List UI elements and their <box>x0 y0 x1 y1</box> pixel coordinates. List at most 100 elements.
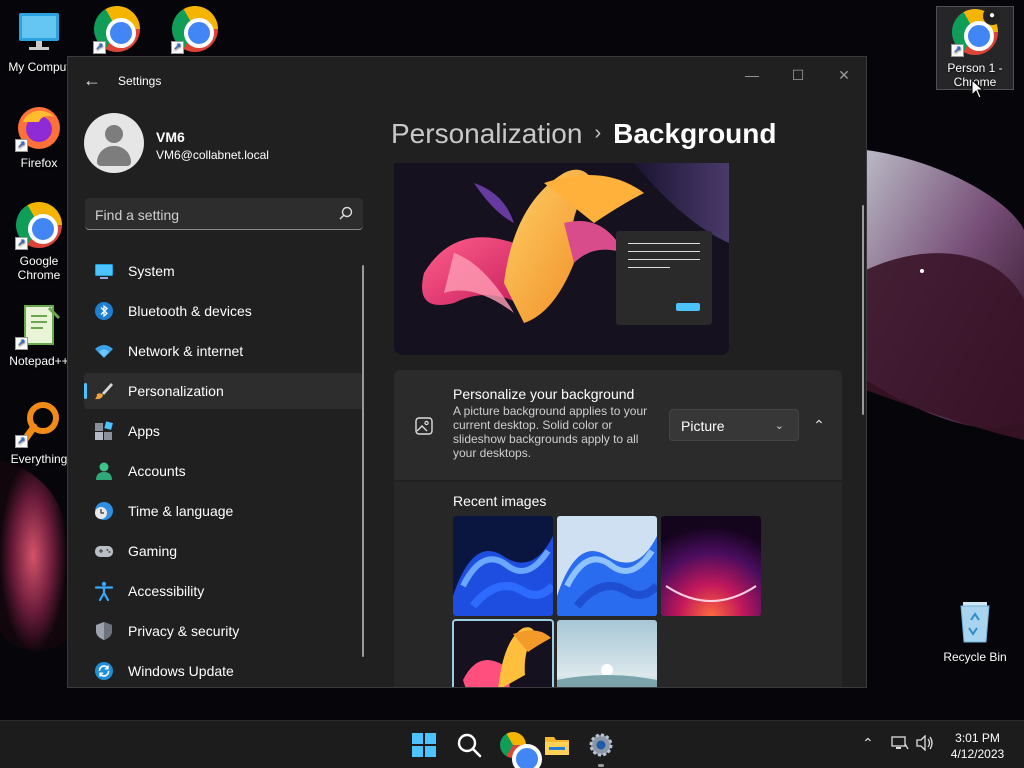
sidebar-item-accounts[interactable]: Accounts <box>84 453 364 489</box>
sidebar-item-label: Time & language <box>128 503 234 519</box>
close-button[interactable]: ✕ <box>824 61 864 89</box>
gamepad-icon <box>95 546 113 557</box>
bluetooth-icon <box>95 302 113 320</box>
sidebar-item-windows-update[interactable]: Windows Update <box>84 653 364 687</box>
chrome-icon: ↗ <box>171 6 219 54</box>
wifi-icon <box>95 345 113 358</box>
search-placeholder: Find a setting <box>95 207 180 223</box>
chevron-up-icon: ⌃ <box>813 417 825 433</box>
image-icon <box>415 417 433 435</box>
sidebar-item-system[interactable]: System <box>84 253 364 289</box>
desktop-icon-label: My Comput <box>8 60 70 74</box>
sidebar-item-label: System <box>128 263 175 279</box>
volume-icon[interactable] <box>915 735 935 751</box>
sidebar-item-label: Accounts <box>128 463 186 479</box>
sidebar-item-gaming[interactable]: Gaming <box>84 533 364 569</box>
file-explorer-icon[interactable] <box>543 731 571 759</box>
back-button[interactable]: ← <box>80 69 104 93</box>
window-title: Settings <box>118 74 162 88</box>
sidebar-item-bluetooth[interactable]: Bluetooth & devices <box>84 293 364 329</box>
recent-image-thumbnail[interactable] <box>661 516 761 616</box>
user-email: VM6@collabnet.local <box>156 148 269 162</box>
sidebar-item-label: Privacy & security <box>128 623 240 639</box>
user-profile[interactable]: VM6 VM6@collabnet.local <box>84 113 374 177</box>
personalize-background-card: Personalize your background A picture ba… <box>394 370 842 480</box>
recent-image-thumbnail[interactable] <box>453 516 553 616</box>
recycle-bin-icon <box>951 598 999 646</box>
sidebar-item-label: Apps <box>128 423 160 439</box>
start-icon[interactable] <box>410 731 438 759</box>
clock-date: 4/12/2023 <box>950 747 1005 761</box>
sidebar-item-personalization[interactable]: Personalization <box>84 373 364 409</box>
chevron-right-icon: › <box>594 122 602 144</box>
clock-time: 3:01 PM <box>955 731 1000 745</box>
sidebar-item-label: Personalization <box>128 383 224 399</box>
sidebar-item-label: Network & internet <box>128 343 244 359</box>
desktop-icon-google-chrome[interactable]: ↗ Google Chrome <box>4 202 74 282</box>
sidebar-item-accessibility[interactable]: Accessibility <box>84 573 364 609</box>
search-icon <box>339 206 353 220</box>
card-description: A picture background applies to your cur… <box>453 404 648 460</box>
content-scrollbar[interactable] <box>862 205 864 415</box>
sidebar-item-network[interactable]: Network & internet <box>84 333 364 369</box>
mouse-cursor-icon <box>971 79 985 99</box>
shield-icon <box>96 622 112 640</box>
desktop-icon-my-computer[interactable]: My Comput <box>4 8 74 74</box>
sidebar-item-label: Bluetooth & devices <box>128 303 252 319</box>
sidebar-item-apps[interactable]: Apps <box>84 413 364 449</box>
page-title: Background <box>613 118 777 149</box>
background-type-dropdown[interactable]: Picture ⌄ <box>669 409 799 441</box>
desktop-icon-notepad-plus-plus[interactable]: ↗ Notepad++ <box>4 302 74 368</box>
desktop-icon-firefox[interactable]: ↗ Firefox <box>4 104 74 170</box>
recent-image-thumbnail[interactable] <box>557 516 657 616</box>
desktop-icon-recycle-bin[interactable]: Recycle Bin <box>940 598 1010 664</box>
search-input[interactable]: Find a setting <box>85 198 363 230</box>
sidebar-item-privacy-security[interactable]: Privacy & security <box>84 613 364 649</box>
sidebar-item-time-language[interactable]: Time & language <box>84 493 364 529</box>
sidebar-item-label: Windows Update <box>128 663 234 679</box>
maximize-button[interactable]: ☐ <box>778 61 818 89</box>
desktop-icon-chrome-shortcut-2[interactable]: ↗ <box>160 6 230 58</box>
recent-images-section: Recent images <box>394 482 842 687</box>
chrome-icon: ↗ <box>93 6 141 54</box>
user-name: VM6 <box>156 129 185 145</box>
notepad-plus-plus-icon: ↗ <box>15 302 63 350</box>
firefox-icon: ↗ <box>15 104 63 152</box>
system-icon <box>95 264 113 279</box>
desktop-icon-label: Google Chrome <box>17 254 61 282</box>
clock[interactable]: 3:01 PM 4/12/2023 <box>940 730 1015 762</box>
search-icon[interactable] <box>455 731 483 759</box>
background-preview <box>394 163 729 355</box>
chevron-down-icon: ⌄ <box>774 420 784 432</box>
desktop-icon-label: Notepad++ <box>9 354 69 368</box>
taskbar: ⌃ 3:01 PM 4/12/2023 <box>0 720 1024 768</box>
sidebar-scrollbar[interactable] <box>362 265 364 657</box>
sidebar-item-label: Accessibility <box>128 583 205 599</box>
sidebar-nav: System Bluetooth & devices Network & int… <box>84 253 364 687</box>
brush-icon <box>95 383 113 400</box>
recent-image-thumbnail-selected[interactable] <box>452 619 554 687</box>
settings-window: ← Settings — ☐ ✕ VM6 VM6@collabnet.local… <box>67 56 867 688</box>
chevron-up-icon[interactable]: ⌃ <box>862 735 874 752</box>
minimize-button[interactable]: — <box>732 61 772 89</box>
desktop-icon-person-1-chrome[interactable]: ↗ ● Person 1 - Chrome <box>936 6 1014 90</box>
desktop-icon-label: Recycle Bin <box>943 650 1007 664</box>
accounts-icon <box>96 462 112 480</box>
preview-window-mockup <box>616 231 712 325</box>
settings-icon[interactable] <box>587 731 615 759</box>
chrome-icon[interactable] <box>499 731 542 768</box>
clock-globe-icon <box>95 502 113 520</box>
desktop-icon-everything[interactable]: ↗ Everything <box>4 400 74 466</box>
desktop-icon-label: Everything <box>10 452 68 466</box>
monitor-icon <box>15 8 63 56</box>
card-title: Personalize your background <box>453 386 635 402</box>
breadcrumb: Personalization › Background <box>391 115 776 152</box>
update-icon <box>95 662 113 680</box>
breadcrumb-parent[interactable]: Personalization <box>391 118 582 149</box>
collapse-button[interactable]: ⌃ <box>808 414 830 436</box>
network-icon[interactable] <box>891 735 909 751</box>
chrome-icon: ↗ <box>15 202 63 250</box>
recent-image-thumbnail[interactable] <box>557 620 657 687</box>
sidebar-item-label: Gaming <box>128 543 178 559</box>
desktop-icon-chrome-shortcut-1[interactable]: ↗ <box>82 6 152 58</box>
